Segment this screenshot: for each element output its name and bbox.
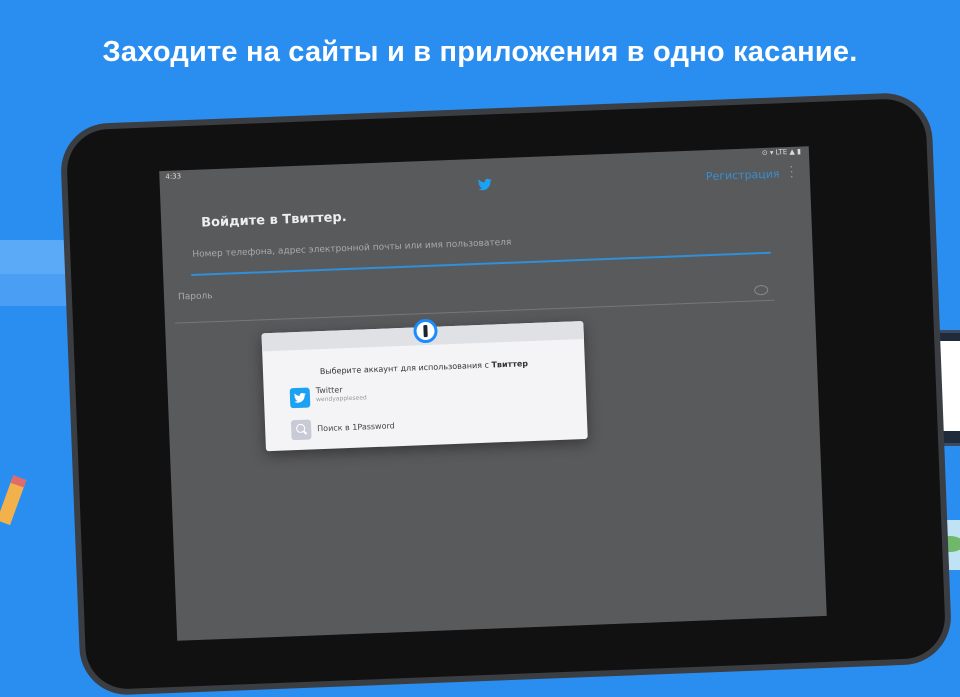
search-label: Поиск в 1Password: [317, 421, 395, 434]
tablet-screen: 4:33 ⊙ ▾ LTE ▲ ▮ Регистрация · · · Войдите…: [159, 146, 827, 641]
account-name: Twitter: [315, 385, 343, 396]
twitter-app-icon: [289, 387, 311, 409]
status-icons: ⊙ ▾ LTE ▲ ▮: [761, 147, 802, 158]
search-onepassword-item[interactable]: Поиск в 1Password: [290, 408, 572, 445]
search-icon: [290, 419, 312, 441]
login-title: Войдите в Твиттер.: [200, 209, 347, 231]
headline: Заходите на сайты и в приложения в одно …: [102, 36, 858, 68]
password-field[interactable]: Пароль: [178, 291, 213, 302]
account-item-twitter[interactable]: Twitter wendyappleseed: [289, 376, 571, 413]
pencil-icon: [0, 475, 27, 526]
overflow-menu-icon[interactable]: · · ·: [789, 160, 794, 184]
username-field[interactable]: Номер телефона, адрес электронной почты …: [192, 238, 511, 260]
password-underline: [175, 299, 775, 324]
show-password-icon[interactable]: [754, 284, 769, 296]
status-time: 4:33: [165, 172, 182, 181]
tablet-frame: 4:33 ⊙ ▾ LTE ▲ ▮ Регистрация · · · Войдите…: [59, 91, 953, 697]
twitter-bird-icon: [478, 178, 492, 191]
account-username: wendyappleseed: [315, 394, 367, 404]
onepassword-dialog: Выберите аккаунт для использования с Тви…: [261, 318, 588, 452]
dialog-prompt: Выберите аккаунт для использования с Тви…: [319, 359, 529, 377]
signup-link[interactable]: Регистрация: [706, 167, 780, 183]
